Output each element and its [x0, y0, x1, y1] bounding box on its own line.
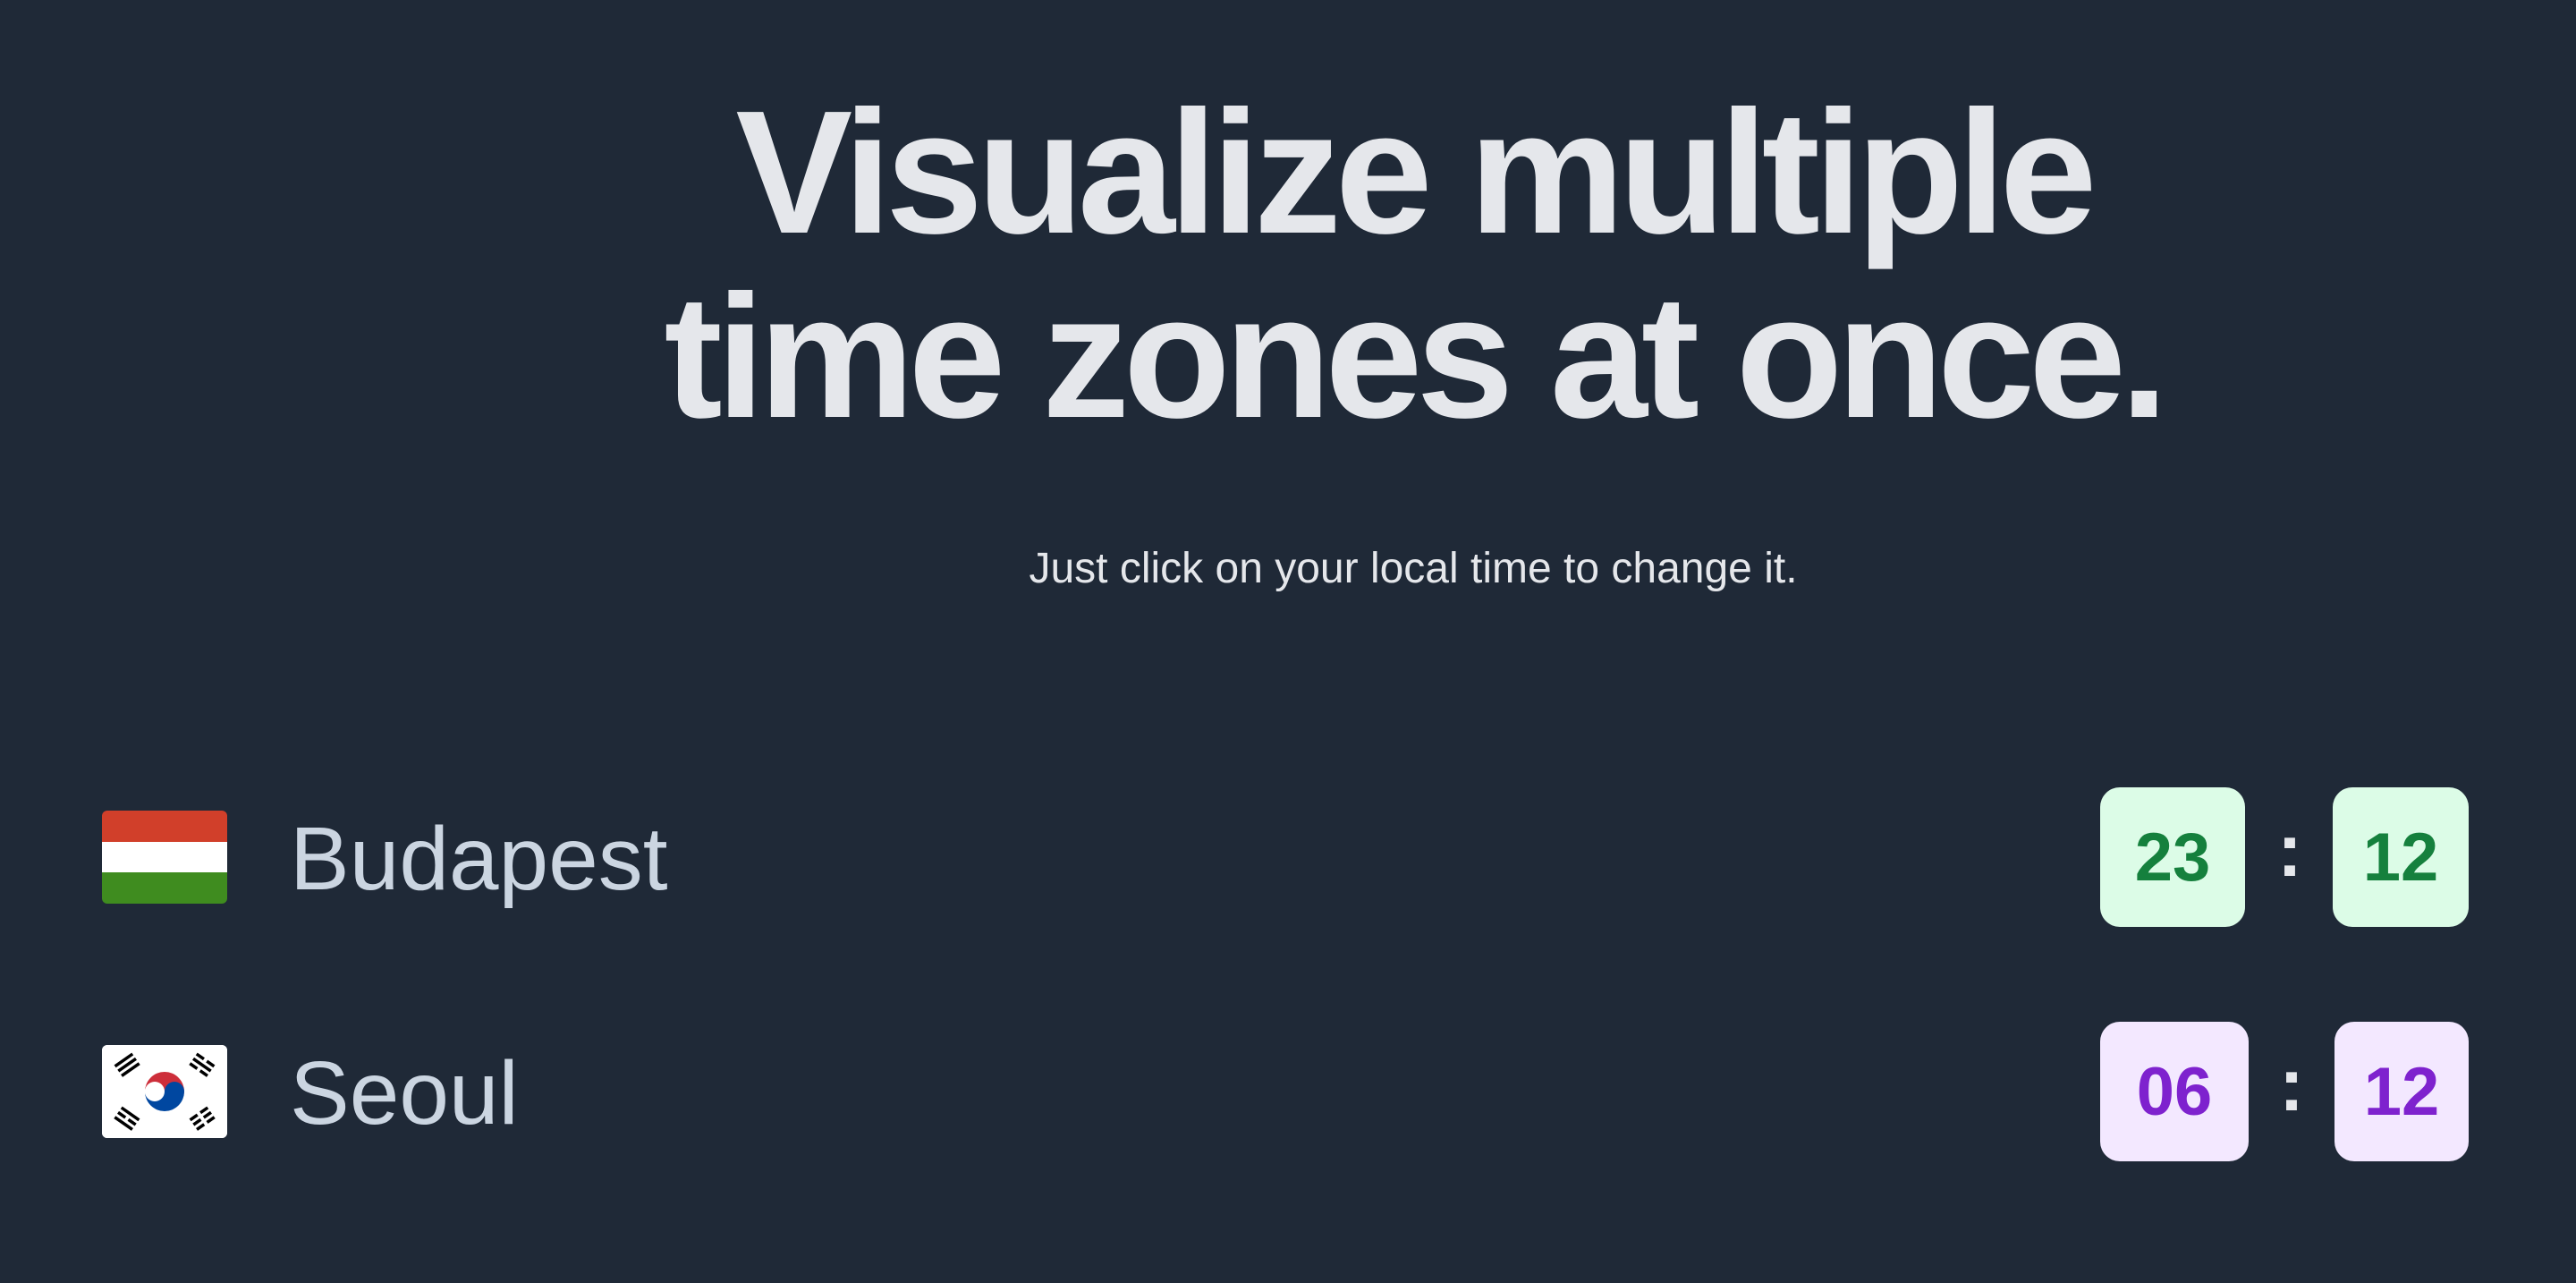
page-title-line-2: time zones at once.: [664, 259, 2168, 455]
page-subtitle: Just click on your local time to change …: [1029, 545, 1798, 592]
page-title: Visualize multiple time zones at once.: [0, 81, 2576, 449]
timezone-row-budapest: Budapest 23 : 12: [0, 787, 2576, 930]
hour-box-seoul[interactable]: 06: [2100, 1022, 2249, 1161]
hungary-flag-icon: [102, 811, 227, 904]
time-separator-seoul: :: [2279, 1042, 2304, 1126]
minute-box-budapest[interactable]: 12: [2333, 787, 2469, 927]
city-name-budapest: Budapest: [290, 809, 668, 909]
page-title-line-1: Visualize multiple: [735, 74, 2097, 270]
minute-box-seoul[interactable]: 12: [2334, 1022, 2469, 1161]
hour-box-budapest[interactable]: 23: [2100, 787, 2245, 927]
time-separator-budapest: :: [2277, 808, 2302, 892]
south-korea-flag-icon: [102, 1045, 227, 1138]
timezone-row-seoul: Seoul 06 : 12: [0, 1022, 2576, 1165]
city-name-seoul: Seoul: [290, 1043, 519, 1143]
page: Visualize multiple time zones at once. J…: [0, 0, 2576, 1283]
